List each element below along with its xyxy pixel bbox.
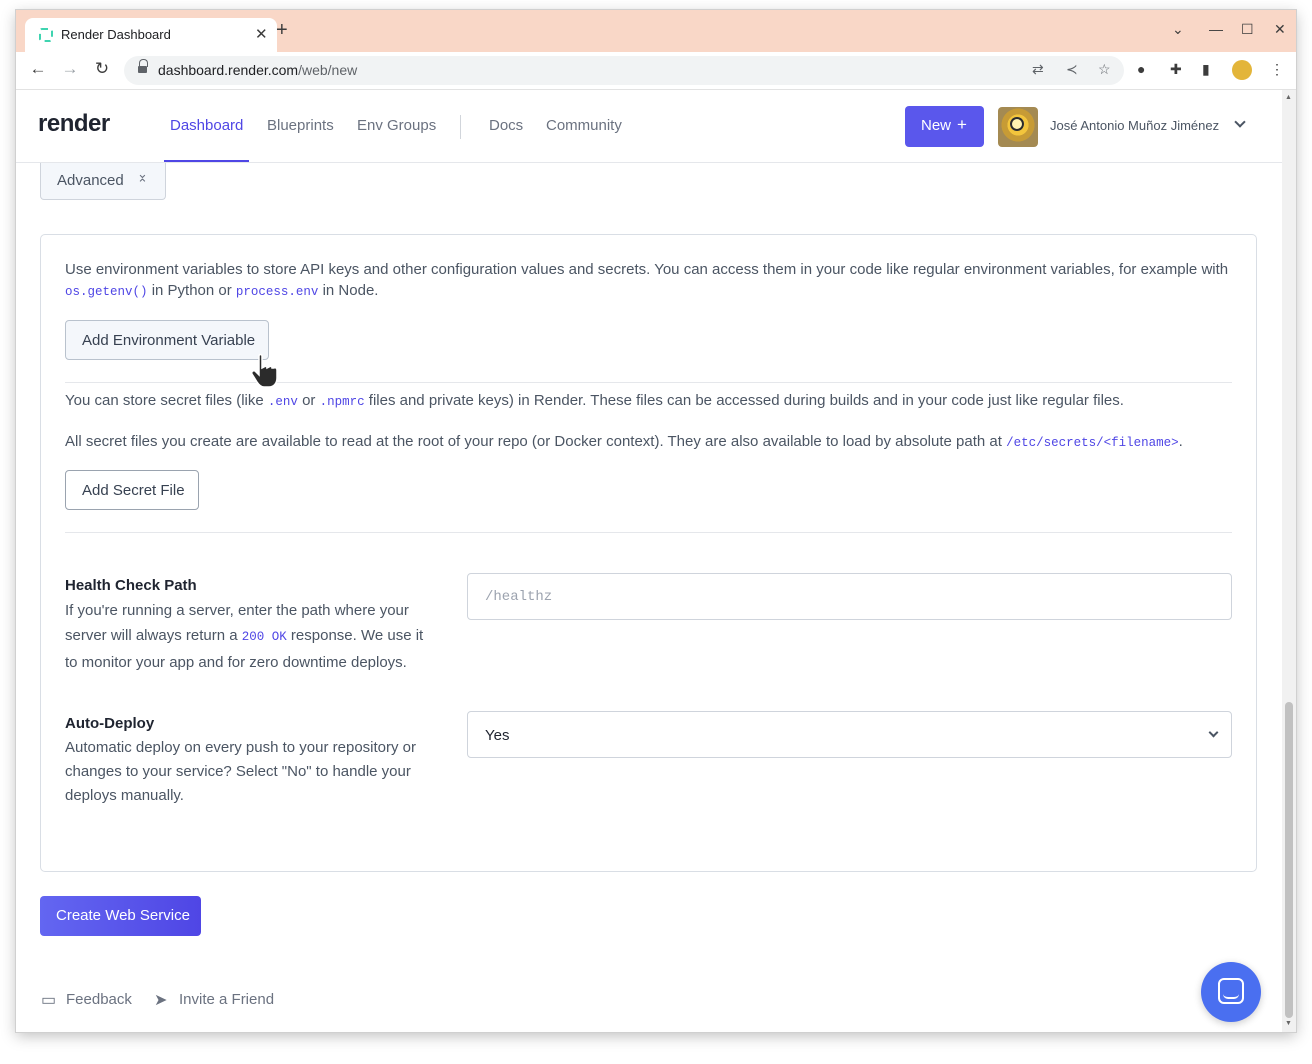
code-process-env: process.env — [235, 285, 319, 299]
invite-friend-link[interactable]: Invite a Friend — [179, 991, 274, 1008]
env-vars-description: Use environment variables to store API k… — [65, 261, 1229, 299]
code-200-ok: 200 OK — [241, 630, 287, 644]
translate-icon[interactable]: ⇄ — [1032, 61, 1044, 78]
bookmark-star-icon[interactable]: ☆ — [1098, 61, 1111, 78]
url-text: dashboard.render.com/web/new — [158, 62, 358, 78]
scroll-thumb[interactable] — [1285, 702, 1293, 1018]
nav-dashboard[interactable]: Dashboard — [170, 117, 243, 134]
support-chat-button[interactable] — [1201, 962, 1261, 1022]
render-logo[interactable]: render — [38, 110, 110, 138]
secret-files-path-description: All secret files you create are availabl… — [65, 433, 1183, 450]
plus-icon: + — [957, 115, 967, 134]
address-bar[interactable]: dashboard.render.com/web/new ⇄ ≺ ☆ — [124, 56, 1124, 85]
code-npmrc-file: .npmrc — [319, 395, 365, 409]
chevron-down-icon — [1208, 727, 1219, 738]
auto-deploy-selected-value: Yes — [485, 727, 510, 744]
chat-icon — [1218, 978, 1244, 1004]
tab-close-icon[interactable]: ✕ — [255, 25, 268, 43]
nav-env-groups[interactable]: Env Groups — [357, 117, 436, 134]
chat-smile-icon — [1223, 994, 1239, 999]
code-secrets-path: /etc/secrets/<filename> — [1006, 436, 1179, 450]
add-env-var-button[interactable]: Add Environment Variable — [65, 320, 269, 360]
render-favicon-icon — [39, 28, 53, 42]
advanced-toggle-button[interactable]: Advanced ⌄ ⌃ — [40, 160, 166, 200]
health-check-title: Health Check Path — [65, 577, 197, 594]
user-avatar[interactable] — [998, 107, 1038, 147]
hand-pointer-cursor-icon — [251, 353, 278, 388]
user-name[interactable]: José Antonio Muñoz Jiménez — [1050, 118, 1219, 133]
feedback-link[interactable]: Feedback — [66, 991, 132, 1008]
chevron-down-icon[interactable] — [1234, 116, 1246, 128]
section-divider — [65, 532, 1232, 533]
nav-blueprints[interactable]: Blueprints — [267, 117, 334, 134]
nav-docs[interactable]: Docs — [489, 117, 523, 134]
feedback-chat-icon: ▭ — [41, 992, 57, 1009]
page-content: render Dashboard Blueprints Env Groups D… — [16, 90, 1296, 1032]
nav-community[interactable]: Community — [546, 117, 622, 134]
tab-title: Render Dashboard — [61, 27, 171, 42]
side-panel-icon[interactable]: ▮ — [1202, 61, 1210, 78]
secret-files-description: You can store secret files (like .env or… — [65, 392, 1124, 409]
share-icon[interactable]: ≺ — [1066, 61, 1078, 78]
advanced-settings-card: Use environment variables to store API k… — [40, 234, 1257, 872]
code-os-getenv: os.getenv() — [65, 285, 148, 299]
collapse-chevrons-icon: ⌄ ⌃ — [137, 166, 148, 191]
add-secret-file-label: Add Secret File — [82, 482, 185, 499]
add-env-var-label: Add Environment Variable — [82, 332, 256, 349]
extension-icon[interactable]: ● — [1137, 61, 1145, 77]
code-env-file: .env — [267, 395, 298, 409]
back-arrow-icon[interactable]: ← — [27, 59, 49, 79]
app-header: render Dashboard Blueprints Env Groups D… — [16, 90, 1282, 163]
close-window-icon[interactable]: ✕ — [1274, 21, 1286, 38]
browser-toolbar: ← → ↻ dashboard.render.com/web/new ⇄ ≺ ☆… — [16, 52, 1296, 90]
create-web-service-button[interactable]: Create Web Service — [40, 896, 201, 936]
advanced-label: Advanced — [57, 172, 124, 189]
section-divider — [65, 382, 1232, 383]
browser-window: Render Dashboard ✕ + ⌄ — ☐ ✕ ← → ↻ dashb… — [16, 10, 1296, 1032]
scroll-down-icon[interactable]: ▼ — [1285, 1020, 1292, 1027]
health-check-placeholder: /healthz — [485, 589, 553, 605]
health-check-description: If you're running a server, enter the pa… — [65, 602, 424, 671]
paper-plane-icon: ➤ — [154, 992, 168, 1009]
new-button-label: New — [921, 117, 952, 134]
maximize-icon[interactable]: ☐ — [1241, 21, 1254, 38]
create-web-service-label: Create Web Service — [56, 907, 190, 924]
page-scrollbar[interactable]: ▲ ▼ — [1282, 90, 1296, 1032]
nav-divider — [460, 115, 461, 139]
minimize-icon[interactable]: — — [1209, 21, 1223, 37]
new-tab-button[interactable]: + — [276, 20, 288, 40]
browser-tab[interactable]: Render Dashboard ✕ — [25, 18, 277, 52]
browser-tab-bar: Render Dashboard ✕ + ⌄ — ☐ ✕ — [16, 10, 1296, 52]
auto-deploy-description: Automatic deploy on every push to your r… — [65, 739, 417, 804]
new-button[interactable]: New + — [905, 106, 984, 147]
browser-menu-icon[interactable]: ⋮ — [1270, 61, 1284, 78]
puzzle-extensions-icon[interactable]: ✚ — [1170, 61, 1182, 78]
nav-active-underline — [164, 160, 249, 162]
tab-search-icon[interactable]: ⌄ — [1172, 21, 1184, 38]
add-secret-file-button[interactable]: Add Secret File — [65, 470, 199, 510]
forward-arrow-icon[interactable]: → — [59, 59, 81, 79]
profile-avatar-icon[interactable] — [1232, 60, 1252, 80]
scroll-up-icon[interactable]: ▲ — [1285, 94, 1292, 101]
health-check-path-input[interactable]: /healthz — [467, 573, 1232, 620]
lock-icon — [138, 59, 148, 74]
auto-deploy-select[interactable]: Yes — [467, 711, 1232, 758]
reload-icon[interactable]: ↻ — [91, 59, 113, 79]
auto-deploy-title: Auto-Deploy — [65, 715, 155, 732]
